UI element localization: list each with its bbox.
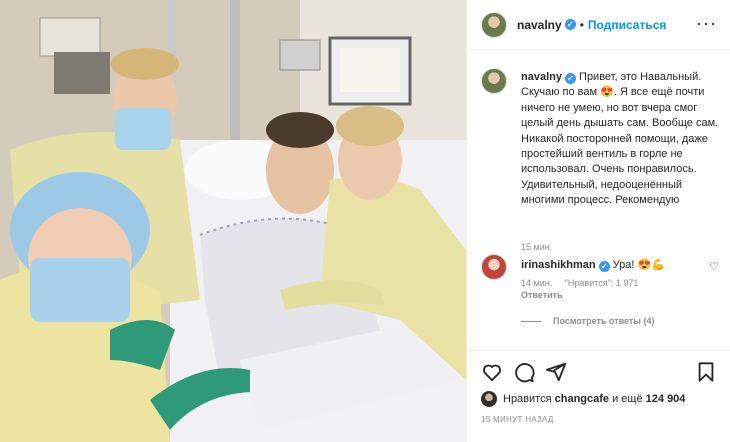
verified-badge-icon: ✓ — [564, 19, 576, 30]
likes-count[interactable]: 124 904 — [646, 393, 686, 405]
comment-time[interactable]: 14 мин. — [521, 278, 552, 288]
caption-time[interactable]: 15 мин. — [521, 242, 552, 252]
commenter-avatar[interactable] — [481, 254, 507, 280]
bookmark-icon[interactable] — [695, 361, 717, 383]
comment-body: Ура! 😍💪 — [612, 259, 665, 271]
heart-icon[interactable] — [481, 361, 503, 383]
caption-username[interactable]: navalny — [521, 71, 562, 83]
view-replies-button[interactable]: Посмотреть ответы (4) — [521, 316, 654, 326]
liker-avatar — [481, 391, 497, 407]
post-sidebar: navalny ✓ • Подписаться ··· navalny ✓ При… — [466, 0, 730, 442]
replies-divider-line — [521, 320, 541, 322]
caption-avatar[interactable] — [481, 68, 507, 94]
author-username[interactable]: navalny — [517, 18, 562, 32]
commenter-verified-icon: ✓ — [598, 261, 610, 272]
post-photo[interactable] — [0, 0, 466, 442]
likes-prefix: Нравится — [503, 393, 552, 405]
comment-text: irinashikhman ✓ Ура! 😍💪 — [521, 258, 665, 272]
commenter-username[interactable]: irinashikhman — [521, 259, 596, 271]
follow-button[interactable]: Подписаться — [588, 18, 666, 32]
header-separator: • — [579, 17, 584, 32]
likes-summary[interactable]: Нравится changcafe и ещё 124 904 — [481, 391, 685, 407]
comments-section[interactable]: navalny ✓ Привет, это Навальный. Скучаю п… — [467, 50, 730, 350]
liker-username[interactable]: changcafe — [555, 393, 609, 405]
post-timestamp[interactable]: 15 МИНУТ НАЗАД — [481, 415, 554, 424]
hospital-selfie-image — [0, 0, 466, 442]
share-icon[interactable] — [545, 361, 567, 383]
post-header: navalny ✓ • Подписаться ··· — [467, 0, 730, 50]
caption-body: Привет, это Навальный. Скучаю по вам 😍. … — [521, 71, 719, 207]
comment-reply-button[interactable]: Ответить — [521, 290, 563, 300]
comment-likes[interactable]: "Нравится": 1 971 — [565, 278, 639, 288]
comment-icon[interactable] — [513, 361, 535, 383]
view-replies-label: Посмотреть ответы (4) — [553, 316, 655, 326]
instagram-post: navalny ✓ • Подписаться ··· navalny ✓ При… — [0, 0, 730, 442]
author-avatar[interactable] — [481, 11, 507, 38]
caption-verified-icon: ✓ — [564, 73, 576, 84]
likes-conjunction: и ещё — [612, 393, 643, 405]
post-actions-area: Нравится changcafe и ещё 124 904 15 МИНУ… — [467, 350, 730, 442]
caption-text-block: navalny ✓ Привет, это Навальный. Скучаю п… — [521, 70, 721, 209]
comment-like-heart-icon[interactable]: ♡ — [709, 260, 719, 273]
action-bar — [481, 361, 717, 385]
more-options-icon[interactable]: ··· — [696, 14, 717, 32]
comment-meta: 14 мин. "Нравится": 1 971 — [521, 278, 648, 288]
